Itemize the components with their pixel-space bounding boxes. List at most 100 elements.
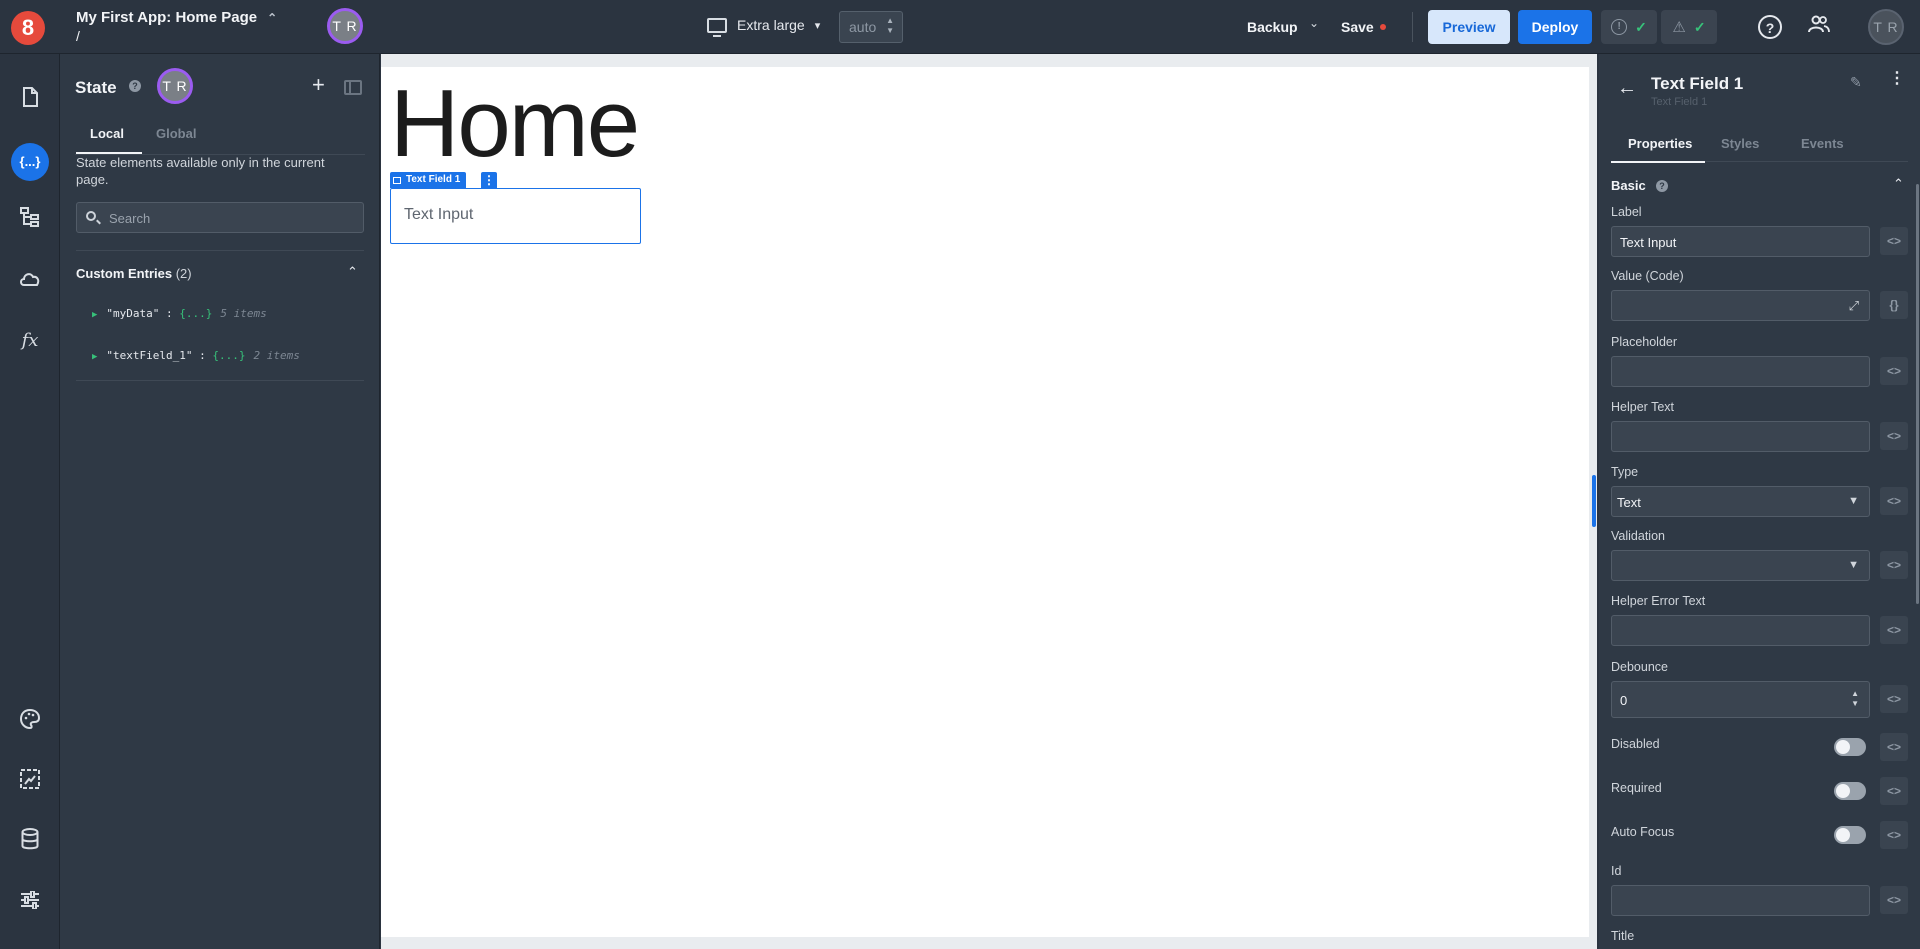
cloud-icon-svg <box>20 273 40 286</box>
code-toggle-icon[interactable]: <> <box>1880 685 1908 713</box>
label-field[interactable]: Text Input <box>1611 226 1870 257</box>
field-label: Label <box>1611 205 1642 219</box>
canvas-width-input[interactable]: auto ▲ ▼ <box>839 11 903 43</box>
selection-badge[interactable]: Text Field 1 <box>390 172 467 188</box>
state-entry[interactable]: ▶ "myData" : {...} 5 items <box>92 307 267 320</box>
warning-icon: ⚠ <box>1672 19 1686 36</box>
stepper-icon[interactable]: ▲ ▼ <box>886 16 894 36</box>
function-icon[interactable]: fx <box>15 326 45 356</box>
page-heading[interactable]: Home <box>390 69 640 179</box>
disabled-toggle[interactable] <box>1834 738 1866 756</box>
expand-triangle-icon[interactable]: ▶ <box>92 310 97 320</box>
more-vertical-icon[interactable]: ⋮ <box>1889 71 1905 87</box>
warnings-status[interactable]: ⚠ ✓ <box>1661 10 1717 44</box>
components-icon[interactable] <box>15 768 45 798</box>
chevron-up-icon[interactable]: ⌃ <box>267 11 277 25</box>
type-select-value: Text <box>1617 495 1641 510</box>
check-icon: ✓ <box>1635 18 1647 35</box>
tab-properties[interactable]: Properties <box>1610 136 1706 163</box>
help-icon[interactable]: ? <box>1758 15 1782 39</box>
helper-text-field[interactable] <box>1611 421 1870 452</box>
code-toggle-icon[interactable]: <> <box>1880 733 1908 761</box>
code-toggle-icon[interactable]: <> <box>1880 227 1908 255</box>
tab-global[interactable]: Global <box>156 126 196 141</box>
custom-entries-count: (2) <box>175 266 192 281</box>
viewport-selector[interactable]: Extra large ▾ <box>707 17 820 37</box>
user-avatar[interactable]: T R <box>327 8 363 44</box>
page-icon[interactable] <box>15 86 45 116</box>
stepper-icon[interactable]: ▲ ▼ <box>1851 689 1859 709</box>
errors-status[interactable]: ! ✓ <box>1601 10 1657 44</box>
code-toggle-icon[interactable]: <> <box>1880 422 1908 450</box>
search-icon <box>86 211 96 221</box>
validation-select[interactable]: ▼ <box>1611 550 1870 581</box>
add-icon[interactable]: + <box>312 72 325 98</box>
top-bar: 8 My First App: Home Page ⌃ / T R Extra l… <box>0 0 1920 54</box>
tab-local[interactable]: Local <box>76 126 142 154</box>
cloud-icon[interactable] <box>15 266 45 296</box>
more-vertical-icon[interactable]: ⋮ <box>481 172 497 188</box>
canvas-width-value: auto <box>849 19 877 35</box>
expand-icon[interactable]: ⤢ <box>1849 298 1859 314</box>
code-toggle-icon[interactable]: <> <box>1880 551 1908 579</box>
chevron-down-icon[interactable]: ⌄ <box>1309 16 1319 30</box>
scrollbar[interactable] <box>1916 184 1919 604</box>
panel-resize-handle[interactable] <box>1592 475 1596 527</box>
component-subtitle: Text Field 1 <box>1651 96 1708 108</box>
search-input[interactable] <box>109 209 349 227</box>
chevron-up-icon[interactable]: ⌃ <box>1893 176 1904 192</box>
custom-entries-header[interactable]: Custom Entries (2) <box>76 266 192 281</box>
helper-error-text-field[interactable] <box>1611 615 1870 646</box>
backup-button[interactable]: Backup <box>1247 19 1298 35</box>
tab-styles[interactable]: Styles <box>1721 136 1759 151</box>
app-title[interactable]: My First App: Home Page ⌃ <box>76 9 277 26</box>
deploy-button[interactable]: Deploy <box>1518 10 1592 44</box>
entry-key: "myData" : <box>106 307 180 320</box>
user-avatar[interactable]: T R <box>157 68 193 104</box>
code-toggle-icon[interactable]: <> <box>1880 487 1908 515</box>
help-icon[interactable]: ? <box>129 80 141 92</box>
database-icon-svg <box>21 828 39 850</box>
code-toggle-icon[interactable]: <> <box>1880 616 1908 644</box>
canvas-page[interactable]: Home Text Field 1 ⋮ Text Input <box>381 67 1589 937</box>
back-arrow-icon[interactable]: ← <box>1617 77 1637 100</box>
placeholder-field[interactable] <box>1611 356 1870 387</box>
error-icon: ! <box>1611 19 1628 35</box>
account-avatar[interactable]: T R <box>1868 9 1904 45</box>
field-label: Value (Code) <box>1611 269 1684 283</box>
code-toggle-icon[interactable]: <> <box>1880 821 1908 849</box>
preview-button[interactable]: Preview <box>1428 10 1510 44</box>
chevron-up-icon[interactable]: ⌃ <box>347 264 358 280</box>
state-icon[interactable]: {...} <box>11 143 49 181</box>
text-field-component[interactable]: Text Input <box>390 188 641 244</box>
state-entry[interactable]: ▶ "textField_1" : {...} 2 items <box>92 349 300 362</box>
required-toggle[interactable] <box>1834 782 1866 800</box>
code-toggle-icon[interactable]: <> <box>1880 777 1908 805</box>
app-logo[interactable]: 8 <box>11 11 45 45</box>
collapse-panel-icon[interactable] <box>344 80 362 95</box>
code-toggle-icon[interactable]: <> <box>1880 357 1908 385</box>
panel-description: State elements available only in the cur… <box>76 155 325 187</box>
type-select[interactable]: Text ▼ <box>1611 486 1870 517</box>
settings-sliders-icon[interactable] <box>15 888 45 918</box>
section-title: Basic <box>1611 178 1646 193</box>
auto-focus-toggle[interactable] <box>1834 826 1866 844</box>
save-button[interactable]: Save <box>1341 19 1374 35</box>
palette-icon[interactable] <box>15 708 45 738</box>
pencil-icon[interactable]: ✎ <box>1850 74 1862 91</box>
toolbar-divider <box>1412 12 1413 42</box>
tab-events[interactable]: Events <box>1801 136 1844 151</box>
debounce-stepper[interactable]: 0 ▲ ▼ <box>1611 681 1870 718</box>
entry-key: "textField_1" : <box>106 349 213 362</box>
tree-icon[interactable] <box>15 206 45 236</box>
code-toggle-icon[interactable]: <> <box>1880 886 1908 914</box>
field-label: Id <box>1611 864 1622 878</box>
braces-icon[interactable]: {} <box>1880 291 1908 319</box>
database-icon[interactable] <box>15 828 45 858</box>
users-icon[interactable] <box>1806 14 1832 40</box>
value-code-field[interactable]: ⤢ <box>1611 290 1870 321</box>
help-icon[interactable]: ? <box>1656 180 1668 192</box>
id-field[interactable] <box>1611 885 1870 916</box>
panel-title: State <box>75 78 117 97</box>
expand-triangle-icon[interactable]: ▶ <box>92 352 97 362</box>
